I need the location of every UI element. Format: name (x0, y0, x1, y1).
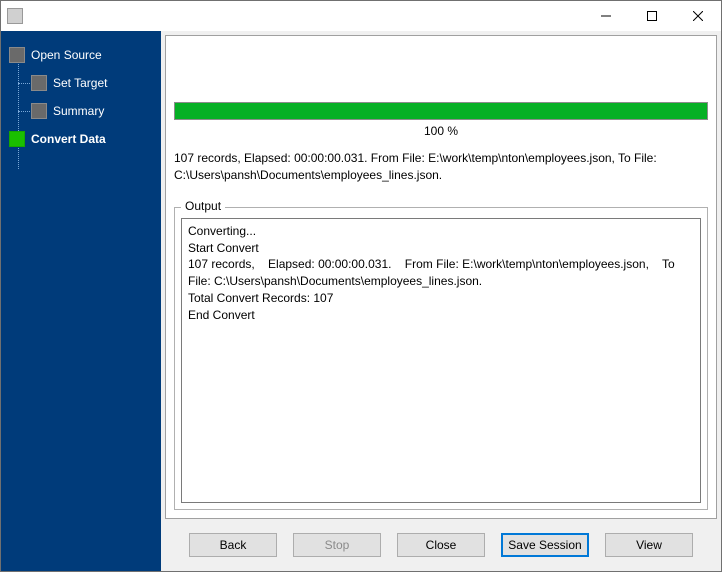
progress-fill (175, 103, 707, 119)
app-window: Open Source Set Target Summary Convert D… (0, 0, 722, 572)
titlebar (1, 1, 721, 31)
close-panel-button[interactable]: Close (397, 533, 485, 557)
output-group: Output Converting... Start Convert 107 r… (174, 207, 708, 510)
sidebar-item-set-target[interactable]: Set Target (9, 69, 161, 97)
sidebar-item-open-source[interactable]: Open Source (9, 41, 161, 69)
window-body: Open Source Set Target Summary Convert D… (1, 31, 721, 571)
back-button[interactable]: Back (189, 533, 277, 557)
progress-bar (174, 102, 708, 120)
view-button[interactable]: View (605, 533, 693, 557)
sidebar-item-convert-data[interactable]: Convert Data (9, 125, 161, 153)
progress-label: 100 % (174, 120, 708, 148)
progress-section: 100 % (174, 46, 708, 148)
window-controls (583, 1, 721, 31)
nav-tree: Open Source Set Target Summary Convert D… (1, 41, 161, 153)
maximize-icon (647, 11, 657, 21)
main-panel: 100 % 107 records, Elapsed: 00:00:00.031… (161, 31, 721, 571)
step-box-icon (9, 131, 25, 147)
step-box-icon (31, 103, 47, 119)
conversion-panel: 100 % 107 records, Elapsed: 00:00:00.031… (165, 35, 717, 519)
status-text: 107 records, Elapsed: 00:00:00.031. From… (174, 148, 708, 201)
save-session-button[interactable]: Save Session (501, 533, 589, 557)
output-title: Output (181, 199, 225, 213)
minimize-icon (601, 11, 611, 21)
sidebar-item-summary[interactable]: Summary (9, 97, 161, 125)
close-icon (693, 11, 703, 21)
app-icon (7, 8, 23, 24)
maximize-button[interactable] (629, 1, 675, 31)
step-box-icon (31, 75, 47, 91)
sidebar-item-label: Set Target (53, 76, 107, 90)
close-button[interactable] (675, 1, 721, 31)
sidebar-item-label: Convert Data (31, 132, 106, 146)
sidebar: Open Source Set Target Summary Convert D… (1, 31, 161, 571)
stop-button: Stop (293, 533, 381, 557)
sidebar-item-label: Open Source (31, 48, 102, 62)
button-bar: Back Stop Close Save Session View (161, 523, 721, 571)
minimize-button[interactable] (583, 1, 629, 31)
sidebar-item-label: Summary (53, 104, 104, 118)
step-box-icon (9, 47, 25, 63)
output-log[interactable]: Converting... Start Convert 107 records,… (181, 218, 701, 503)
content: 100 % 107 records, Elapsed: 00:00:00.031… (161, 31, 721, 523)
